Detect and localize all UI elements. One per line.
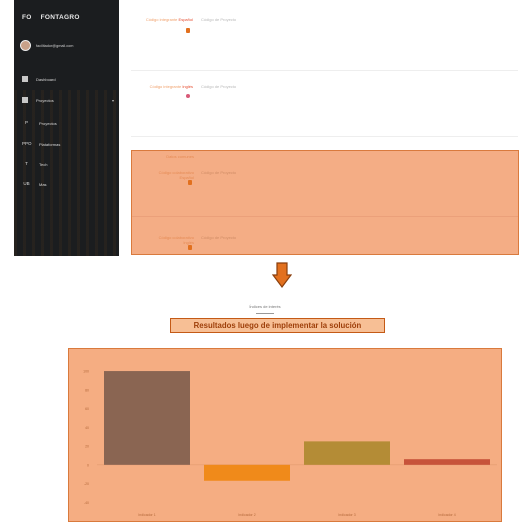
brand-initials: FO xyxy=(22,14,32,21)
colab-es-input[interactable]: Código de Proyecto xyxy=(201,170,236,175)
y-tick-label: 0 xyxy=(87,463,89,467)
sidebar-item-proyectos[interactable]: Proyectos ▾ xyxy=(22,97,114,103)
divider xyxy=(131,70,518,71)
user-email: facilitador@gmail.com xyxy=(36,43,74,48)
section-label-datos: Datos comunes xyxy=(166,154,194,159)
codigo-es-input[interactable]: Código de Proyecto xyxy=(201,17,236,22)
brand[interactable]: FO FONTAGRO xyxy=(22,14,80,21)
chart-panel: -40 -20 0 20 40 60 80 100 Indicador 1 Indicador 2… xyxy=(68,348,502,522)
field-label-colab-es: Código colaborativo Español xyxy=(158,170,194,180)
bar xyxy=(404,459,490,465)
sidebar-item-label: Tech xyxy=(39,161,48,167)
field-label-codigo-en: Código integrante Inglés xyxy=(149,84,193,89)
y-tick-label: 100 xyxy=(83,370,89,374)
required-marker-icon xyxy=(188,180,192,185)
y-tick-label: 20 xyxy=(85,445,89,449)
sidebar-item-label: Proyectos xyxy=(39,120,57,126)
required-marker-icon xyxy=(186,94,190,98)
sidebar: FO FONTAGRO facilitador@gmail.com Dashbo… xyxy=(14,0,119,256)
x-tick-label: Indicador 1 xyxy=(138,513,155,517)
sidebar-item-plataformas[interactable]: PPO Plataformas xyxy=(22,141,114,147)
bar xyxy=(304,441,390,465)
divider xyxy=(132,216,518,217)
caption-underline xyxy=(256,313,274,314)
x-tick-label: Indicador 4 xyxy=(438,513,455,517)
field-label-colab-en: Código colaborativo Inglés xyxy=(158,235,194,245)
ub-icon: UB xyxy=(23,181,30,186)
colab-en-input[interactable]: Código de Proyecto xyxy=(201,235,236,240)
y-tick-label: 60 xyxy=(85,407,89,411)
highlighted-section: Datos comunes Código colaborativo Español… xyxy=(131,150,519,255)
y-tick-label: 80 xyxy=(85,388,89,392)
user-profile[interactable]: facilitador@gmail.com xyxy=(20,40,73,51)
sidebar-item-label: Dashboard xyxy=(36,76,56,82)
required-marker-icon xyxy=(188,245,192,250)
sidebar-item-label: Proyectos xyxy=(36,97,54,103)
brand-name: FONTAGRO xyxy=(40,14,80,21)
x-tick-label: Indicador 3 xyxy=(338,513,355,517)
sidebar-item-dashboard[interactable]: Dashboard xyxy=(22,76,114,82)
sidebar-item-label: Mas xyxy=(39,181,47,187)
divider xyxy=(131,136,518,137)
sidebar-background xyxy=(14,90,119,256)
folder-icon xyxy=(22,97,28,103)
y-tick-label: 40 xyxy=(85,426,89,430)
y-tick-label: -40 xyxy=(84,501,89,505)
x-tick-label: Indicador 2 xyxy=(238,513,255,517)
results-banner: Resultados luego de implementar la soluc… xyxy=(170,318,385,333)
t-icon: T xyxy=(25,161,28,166)
chart-caption: Índices de interés xyxy=(249,304,281,309)
arrow-down-icon xyxy=(272,262,292,288)
sidebar-item-label: Plataformas xyxy=(39,141,61,147)
y-tick-label: -20 xyxy=(84,482,89,486)
sidebar-item-mas[interactable]: UB Mas xyxy=(22,181,114,187)
chevron-down-icon: ▾ xyxy=(111,97,114,103)
grid-icon xyxy=(22,76,28,82)
field-label-codigo-es: Código integrante Español xyxy=(145,17,193,22)
codigo-en-input[interactable]: Código de Proyecto xyxy=(201,84,236,89)
sidebar-item-tech[interactable]: T Tech xyxy=(22,161,114,167)
p-icon: P xyxy=(24,120,28,125)
bar-chart: -40 -20 0 20 40 60 80 100 Indicador 1 Indicador 2… xyxy=(83,370,497,517)
required-marker-icon xyxy=(186,28,190,33)
ppo-icon: PPO xyxy=(22,141,32,146)
sidebar-item-proyectos-sub[interactable]: P Proyectos xyxy=(22,120,114,126)
bar xyxy=(204,464,290,481)
avatar xyxy=(20,40,31,51)
bar xyxy=(104,371,190,465)
